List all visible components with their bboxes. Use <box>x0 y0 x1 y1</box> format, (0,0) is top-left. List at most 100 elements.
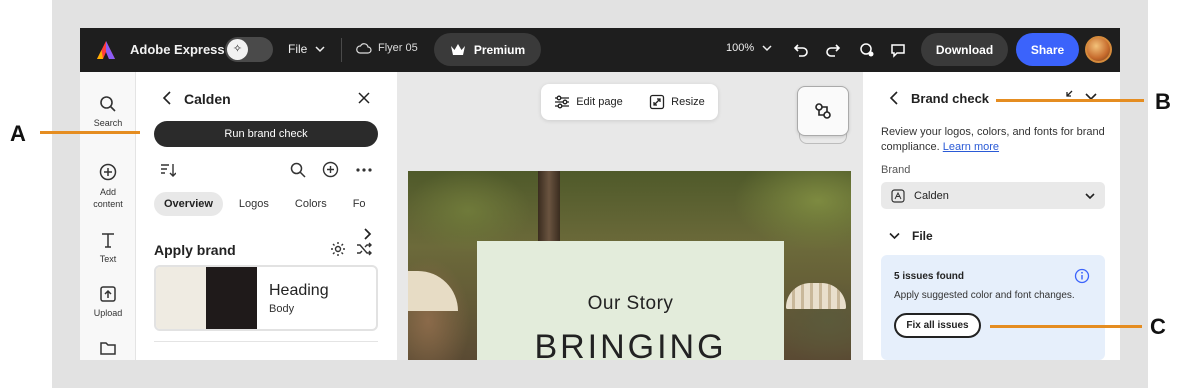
brand-icon <box>797 86 849 136</box>
back-chevron-icon[interactable] <box>162 91 172 105</box>
file-menu-label: File <box>288 42 308 56</box>
brand-check-panel: Brand check Review your logos, colors, a… <box>863 72 1120 360</box>
shuffle-icon[interactable] <box>356 241 372 257</box>
cloud-icon <box>356 43 372 54</box>
comment-icon[interactable] <box>888 40 908 60</box>
avatar[interactable] <box>1085 36 1112 63</box>
brand-icon <box>891 188 905 203</box>
premium-button[interactable]: Premium <box>434 33 541 66</box>
plus-circle-icon <box>99 163 117 181</box>
crown-icon <box>450 43 465 55</box>
tab-overview[interactable]: Overview <box>154 192 223 216</box>
chevron-right-icon[interactable] <box>364 228 372 240</box>
brand-select-value: Calden <box>914 189 949 202</box>
rail-item-upload[interactable]: Upload <box>80 284 136 318</box>
learn-more-link[interactable]: Learn more <box>943 141 999 153</box>
divider <box>154 341 378 342</box>
chevron-down-icon <box>1085 192 1095 199</box>
undo-icon[interactable] <box>791 40 811 60</box>
edit-page-label: Edit page <box>576 96 623 108</box>
resize-icon <box>649 94 665 110</box>
document-name[interactable]: Flyer 05 <box>356 42 418 54</box>
search-icon[interactable] <box>290 162 306 178</box>
fix-all-issues-button[interactable]: Fix all issues <box>894 313 981 338</box>
mode-toggle[interactable]: ✧ <box>225 37 273 62</box>
run-brand-check-button[interactable]: Run brand check <box>154 121 378 147</box>
more-icon[interactable] <box>356 168 372 172</box>
story-text-block[interactable]: Our Story BRINGING <box>477 241 784 360</box>
redo-icon[interactable] <box>823 40 843 60</box>
app-window: Adobe Express ✧ File Flyer 05 Premium 10… <box>80 28 1120 360</box>
issues-description: Apply suggested color and font changes. <box>894 290 1075 301</box>
back-chevron-icon[interactable] <box>889 91 899 105</box>
premium-label: Premium <box>473 42 526 57</box>
folder-icon <box>100 342 116 355</box>
callout-line-a <box>40 131 140 134</box>
zoom-level: 100% <box>726 42 755 54</box>
tab-fonts[interactable]: Fo <box>343 192 367 216</box>
tab-logos[interactable]: Logos <box>229 192 279 216</box>
callout-label-a: A <box>10 121 26 146</box>
chevron-down-icon <box>762 45 772 52</box>
callout-line-c <box>990 325 1142 328</box>
brand-sync-icon[interactable] <box>857 40 877 60</box>
flyer-photo[interactable]: Our Story BRINGING <box>408 171 851 360</box>
upload-icon <box>100 286 116 302</box>
rail-item-add-content[interactable]: Add content <box>80 162 136 210</box>
share-button[interactable]: Share <box>1016 33 1079 66</box>
left-rail: Search Add content Text Upload <box>80 72 136 360</box>
info-icon[interactable] <box>1074 268 1090 284</box>
color-swatch-light <box>156 267 206 329</box>
story-subtitle[interactable]: Our Story <box>477 293 784 315</box>
chevron-down-icon <box>889 232 900 240</box>
brand-panel: Calden Run brand check Overview Logos Co… <box>136 72 397 360</box>
brand-select[interactable]: Calden <box>881 182 1105 209</box>
chevron-down-icon <box>315 46 325 53</box>
sliders-icon <box>555 95 570 109</box>
gear-icon[interactable] <box>330 241 346 257</box>
app-title: Adobe Express <box>130 42 225 57</box>
story-heading[interactable]: BRINGING <box>477 328 784 360</box>
top-bar: Adobe Express ✧ File Flyer 05 Premium 10… <box>80 28 1120 72</box>
brand-label: Brand <box>881 164 911 176</box>
card-body-sample: Body <box>269 303 295 315</box>
file-section-label: File <box>912 229 933 243</box>
sort-icon[interactable] <box>160 163 176 177</box>
callout-label-b: B <box>1155 89 1171 114</box>
zoom-control[interactable]: 100% <box>726 42 772 54</box>
color-swatch-dark <box>206 267 257 329</box>
rail-item-search[interactable]: Search <box>80 94 136 128</box>
rail-item-folder[interactable] <box>80 338 136 360</box>
rail-label-text: Text <box>99 254 117 264</box>
rail-label-search: Search <box>93 118 123 128</box>
callout-label-c: C <box>1150 314 1166 339</box>
callout-line-b <box>996 99 1144 102</box>
text-icon <box>102 233 114 248</box>
apply-brand-title: Apply brand <box>154 242 236 258</box>
brand-check-title: Brand check <box>911 91 990 106</box>
add-circle-icon[interactable] <box>322 161 339 178</box>
brand-style-card[interactable]: Heading Body <box>154 265 378 331</box>
sparkle-icon: ✧ <box>227 39 248 60</box>
card-heading-sample: Heading <box>269 282 329 299</box>
search-icon <box>100 96 116 112</box>
rail-item-text[interactable]: Text <box>80 230 136 264</box>
canvas-area: Edit page Resize Our Story BRINGING <box>397 72 863 360</box>
resize-label: Resize <box>671 96 705 108</box>
edit-page-button[interactable]: Edit page <box>554 95 623 109</box>
issues-count: 5 issues found <box>894 271 965 282</box>
download-button[interactable]: Download <box>921 33 1008 66</box>
file-section-header[interactable]: File <box>889 229 933 243</box>
file-menu[interactable]: File <box>288 42 325 56</box>
rail-label-add-content: Add content <box>93 187 123 209</box>
brand-tabs: Overview Logos Colors Fo <box>154 192 367 216</box>
document-name-label: Flyer 05 <box>378 42 418 54</box>
close-icon[interactable] <box>358 92 370 104</box>
page-toolbar: Edit page Resize <box>541 84 718 120</box>
adobe-express-logo-icon[interactable] <box>95 39 117 61</box>
brand-check-description: Review your logos, colors, and fonts for… <box>881 125 1106 155</box>
toolbar-divider <box>341 38 342 62</box>
resize-button[interactable]: Resize <box>649 94 705 110</box>
brand-check-floating-button[interactable] <box>797 86 849 144</box>
tab-colors[interactable]: Colors <box>285 192 337 216</box>
